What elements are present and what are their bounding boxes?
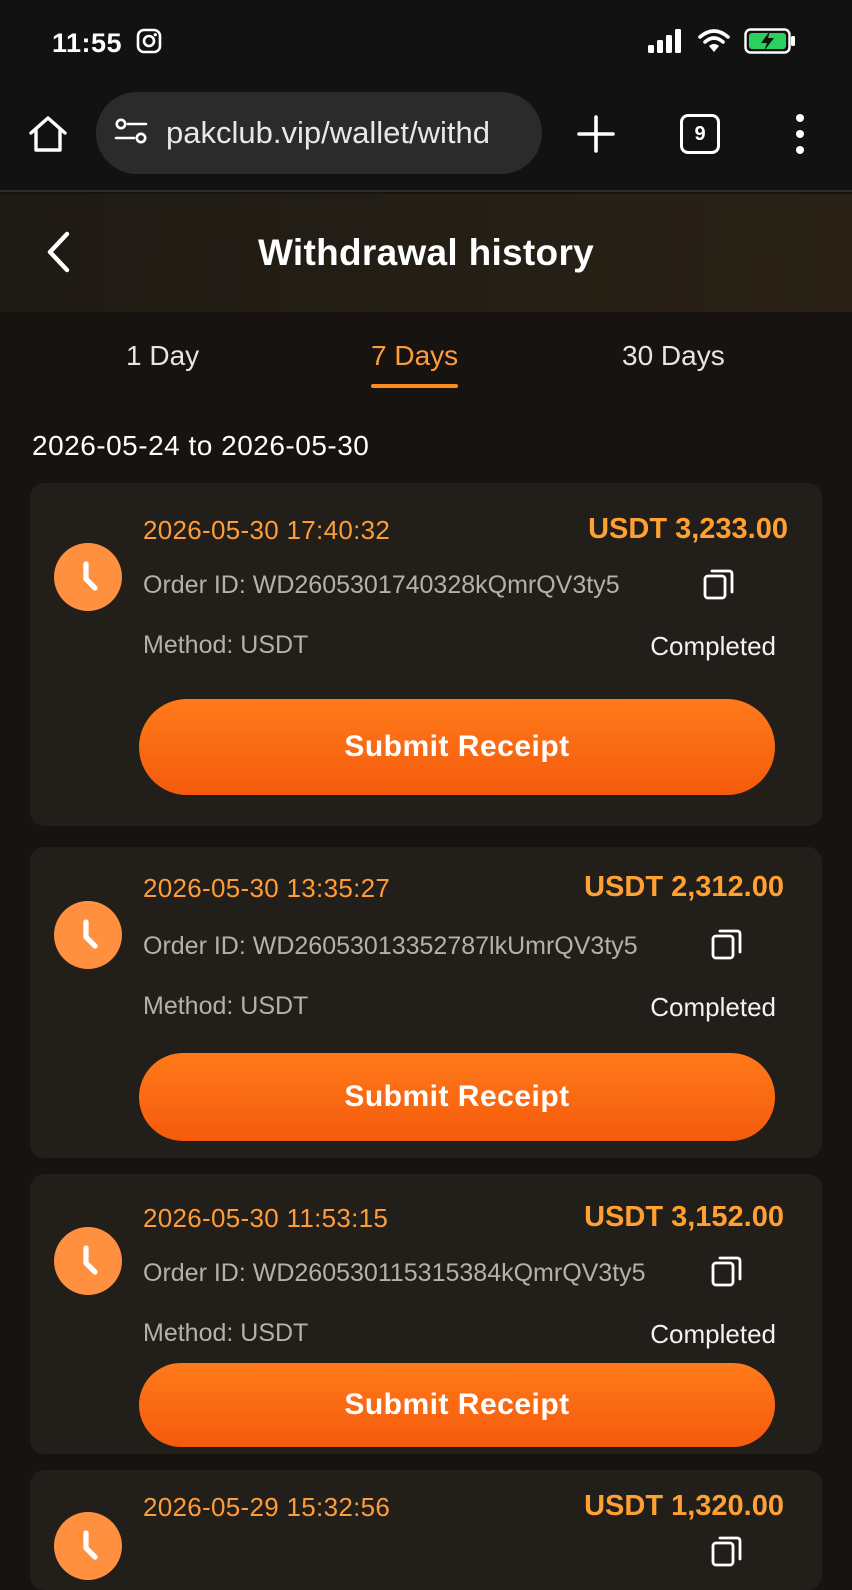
record-order-id: Order ID: WD260530115315384kQmrQV3ty5: [143, 1259, 646, 1287]
site-settings-icon[interactable]: [114, 116, 148, 151]
page-header: Withdrawal history: [0, 194, 852, 312]
clock-icon: [54, 901, 122, 969]
clock-icon: [54, 543, 122, 611]
wifi-icon: [698, 28, 730, 59]
copy-icon[interactable]: [710, 927, 744, 961]
copy-icon[interactable]: [710, 1254, 744, 1288]
clock-icon: [54, 1512, 122, 1580]
record-method: Method: USDT: [143, 1319, 309, 1347]
home-icon[interactable]: [26, 112, 70, 156]
record-status: Completed: [650, 992, 776, 1022]
new-tab-icon[interactable]: [574, 112, 618, 156]
withdrawal-record-card: 2026-05-30 11:53:15 USDT 3,152.00 Order …: [30, 1174, 822, 1454]
record-datetime: 2026-05-30 13:35:27: [143, 873, 391, 903]
back-arrow-icon[interactable]: [38, 230, 82, 274]
tab-count: 9: [694, 122, 706, 145]
record-method: Method: USDT: [143, 992, 309, 1020]
tab-7-days[interactable]: 7 Days: [371, 340, 459, 388]
signal-icon: [648, 28, 684, 58]
status-time: 11:55: [52, 27, 123, 58]
record-datetime: 2026-05-29 15:32:56: [143, 1492, 391, 1522]
browser-toolbar: pakclub.vip/wallet/withd 9: [0, 86, 852, 192]
period-tabs: 1 Day 7 Days 30 Days: [0, 312, 852, 404]
record-datetime: 2026-05-30 17:40:32: [143, 515, 391, 545]
copy-icon[interactable]: [710, 1534, 744, 1568]
copy-icon[interactable]: [702, 567, 736, 601]
record-amount: USDT 1,320.00: [584, 1490, 784, 1522]
record-method: Method: USDT: [143, 631, 309, 659]
record-status: Completed: [650, 1319, 776, 1349]
instagram-icon: [136, 28, 162, 59]
url-text: pakclub.vip/wallet/withd: [166, 115, 490, 150]
record-order-id: Order ID: WD2605301740328kQmrQV3ty5: [143, 571, 620, 599]
tab-switcher-button[interactable]: 9: [680, 114, 720, 154]
active-tab-indicator: [371, 384, 459, 388]
submit-receipt-button[interactable]: Submit Receipt: [139, 699, 775, 795]
more-menu-icon[interactable]: [788, 112, 812, 156]
withdrawal-record-card: 2026-05-30 13:35:27 USDT 2,312.00 Order …: [30, 847, 822, 1158]
submit-receipt-button[interactable]: Submit Receipt: [139, 1363, 775, 1447]
record-datetime: 2026-05-30 11:53:15: [143, 1203, 389, 1233]
tab-1-day[interactable]: 1 Day: [126, 340, 199, 372]
clock-icon: [54, 1227, 122, 1295]
record-amount: USDT 3,233.00: [588, 513, 788, 545]
page-title: Withdrawal history: [257, 232, 595, 273]
date-range-label: 2026-05-24 to 2026-05-30: [32, 430, 370, 461]
address-bar[interactable]: pakclub.vip/wallet/withd: [96, 92, 542, 174]
battery-charging-icon: [744, 27, 796, 59]
withdrawal-record-card: 2026-05-29 15:32:56 USDT 1,320.00: [30, 1470, 822, 1590]
withdrawal-record-card: 2026-05-30 17:40:32 USDT 3,233.00 Order …: [30, 483, 822, 826]
submit-receipt-button[interactable]: Submit Receipt: [139, 1053, 775, 1141]
record-amount: USDT 2,312.00: [584, 871, 784, 903]
record-order-id: Order ID: WD26053013352787lkUmrQV3ty5: [143, 932, 638, 960]
status-bar: 11:55: [0, 0, 852, 86]
record-status: Completed: [650, 631, 776, 661]
tab-30-days[interactable]: 30 Days: [622, 340, 725, 372]
record-amount: USDT 3,152.00: [584, 1201, 784, 1233]
